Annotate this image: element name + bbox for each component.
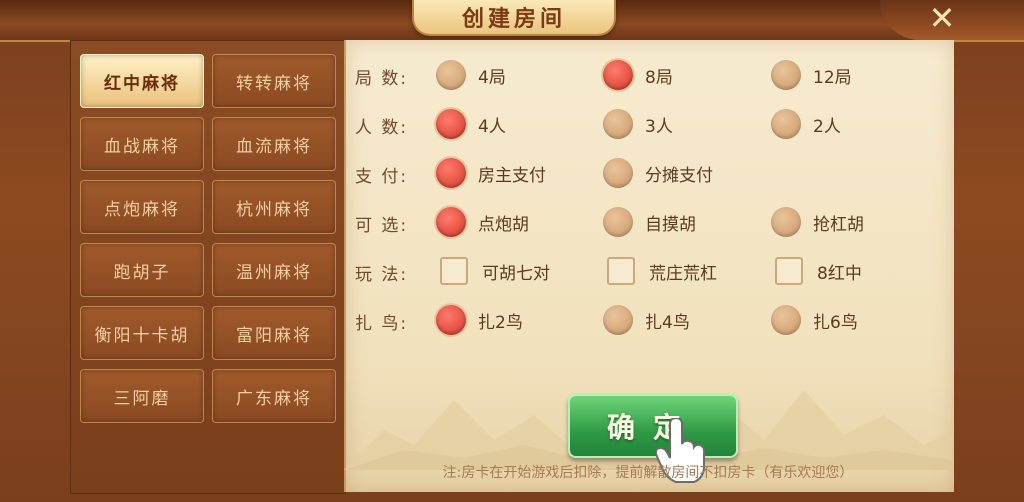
option-label: 8局 bbox=[645, 67, 673, 88]
checkbox-icon bbox=[775, 257, 803, 285]
radio-option[interactable]: 分摊支付 bbox=[603, 156, 713, 190]
game-type-button[interactable]: 点炮麻将 bbox=[80, 180, 204, 234]
checkbox-option[interactable]: 8红中 bbox=[771, 254, 862, 288]
game-type-button[interactable]: 杭州麻将 bbox=[212, 180, 336, 234]
radio-unchecked-icon bbox=[771, 109, 801, 139]
radio-option[interactable]: 4人 bbox=[436, 107, 506, 141]
radio-option[interactable]: 扎4鸟 bbox=[603, 303, 690, 337]
radio-option[interactable]: 抢杠胡 bbox=[771, 205, 864, 239]
room-card-note: 注:房卡在开始游戏后扣除，提前解散房间不扣房卡（有乐欢迎您） bbox=[442, 465, 854, 481]
radio-option[interactable]: 房主支付 bbox=[436, 156, 546, 190]
radio-checked-icon bbox=[436, 158, 466, 188]
game-type-button[interactable]: 血流麻将 bbox=[212, 117, 336, 171]
option-label: 自摸胡 bbox=[645, 214, 696, 235]
game-type-button[interactable]: 红中麻将 bbox=[80, 54, 204, 108]
game-type-button[interactable]: 三阿磨 bbox=[80, 369, 204, 423]
option-label: 荒庄荒杠 bbox=[649, 263, 717, 284]
game-type-button[interactable]: 跑胡子 bbox=[80, 243, 204, 297]
checkbox-icon bbox=[607, 257, 635, 285]
option-label: 4人 bbox=[478, 116, 506, 137]
option-label: 分摊支付 bbox=[645, 165, 713, 186]
radio-option[interactable]: 扎6鸟 bbox=[771, 303, 858, 337]
close-button[interactable]: ✕ bbox=[916, 0, 968, 37]
row-label: 支 付: bbox=[355, 167, 409, 187]
radio-checked-icon bbox=[436, 207, 466, 237]
radio-unchecked-icon bbox=[771, 60, 801, 90]
radio-unchecked-icon bbox=[771, 207, 801, 237]
radio-checked-icon bbox=[436, 305, 466, 335]
radio-unchecked-icon bbox=[603, 158, 633, 188]
close-icon: ✕ bbox=[928, 0, 956, 37]
option-label: 3人 bbox=[645, 116, 673, 137]
radio-unchecked-icon bbox=[603, 305, 633, 335]
radio-option[interactable]: 2人 bbox=[771, 107, 841, 141]
radio-option[interactable]: 8局 bbox=[603, 58, 673, 92]
option-label: 扎6鸟 bbox=[813, 312, 858, 333]
checkbox-option[interactable]: 可胡七对 bbox=[436, 254, 550, 288]
radio-checked-icon bbox=[436, 109, 466, 139]
row-label: 人 数: bbox=[355, 118, 409, 138]
radio-option[interactable]: 3人 bbox=[603, 107, 673, 141]
option-label: 12局 bbox=[813, 67, 852, 88]
radio-option[interactable]: 自摸胡 bbox=[603, 205, 696, 239]
confirm-button[interactable]: 确定 bbox=[568, 394, 738, 458]
option-label: 可胡七对 bbox=[482, 263, 550, 284]
option-label: 房主支付 bbox=[478, 165, 546, 186]
row-label: 局 数: bbox=[355, 69, 409, 89]
row-label: 可 选: bbox=[355, 216, 409, 236]
checkbox-option[interactable]: 荒庄荒杠 bbox=[603, 254, 717, 288]
game-type-button[interactable]: 富阳麻将 bbox=[212, 306, 336, 360]
game-type-button[interactable]: 转转麻将 bbox=[212, 54, 336, 108]
page-title: 创建房间 bbox=[412, 0, 616, 36]
checkbox-icon bbox=[440, 257, 468, 285]
row-label: 扎 鸟: bbox=[355, 314, 409, 334]
game-type-button[interactable]: 衡阳十卡胡 bbox=[80, 306, 204, 360]
game-type-button[interactable]: 温州麻将 bbox=[212, 243, 336, 297]
radio-unchecked-icon bbox=[603, 109, 633, 139]
game-type-button[interactable]: 血战麻将 bbox=[80, 117, 204, 171]
game-type-button[interactable]: 广东麻将 bbox=[212, 369, 336, 423]
option-label: 4局 bbox=[478, 67, 506, 88]
radio-unchecked-icon bbox=[603, 207, 633, 237]
option-label: 扎2鸟 bbox=[478, 312, 523, 333]
radio-option[interactable]: 扎2鸟 bbox=[436, 303, 523, 337]
option-label: 抢杠胡 bbox=[813, 214, 864, 235]
radio-checked-icon bbox=[603, 60, 633, 90]
option-label: 8红中 bbox=[817, 263, 862, 284]
option-label: 点炮胡 bbox=[478, 214, 529, 235]
radio-option[interactable]: 4局 bbox=[436, 58, 506, 92]
radio-unchecked-icon bbox=[436, 60, 466, 90]
option-label: 2人 bbox=[813, 116, 841, 137]
option-label: 扎4鸟 bbox=[645, 312, 690, 333]
radio-option[interactable]: 12局 bbox=[771, 58, 852, 92]
radio-option[interactable]: 点炮胡 bbox=[436, 205, 529, 239]
row-label: 玩 法: bbox=[355, 265, 409, 285]
radio-unchecked-icon bbox=[771, 305, 801, 335]
